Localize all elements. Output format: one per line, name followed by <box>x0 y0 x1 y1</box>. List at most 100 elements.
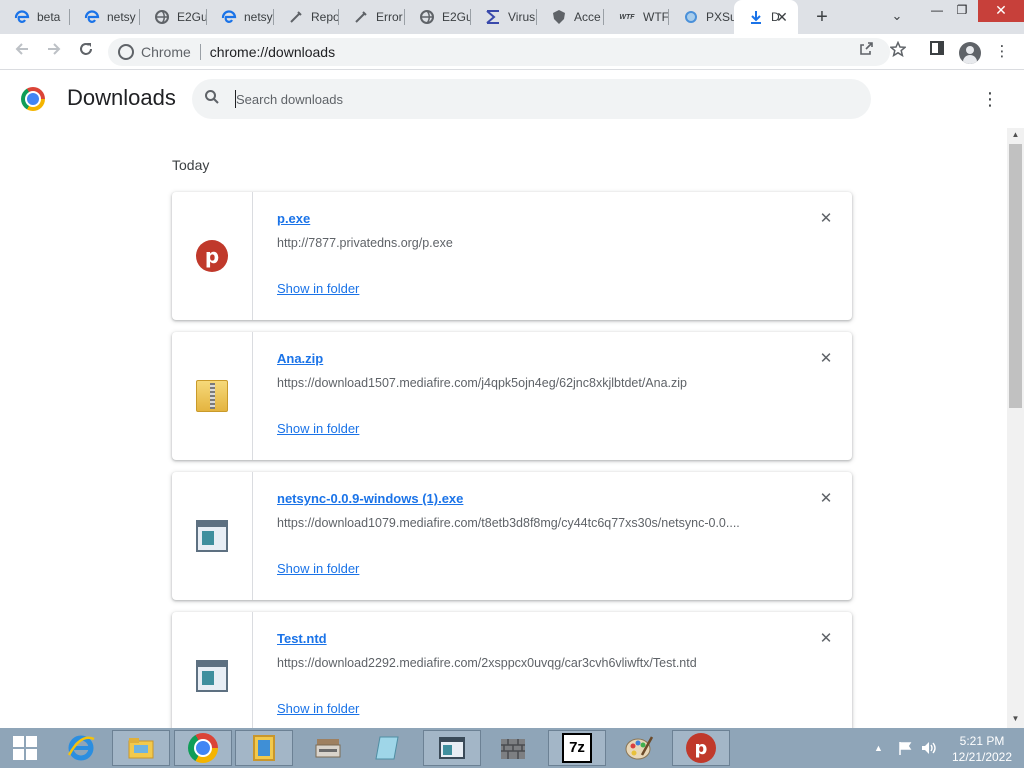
profile-avatar-icon[interactable] <box>959 42 981 64</box>
search-downloads-box[interactable] <box>192 79 871 119</box>
taskbar-paint[interactable] <box>610 730 668 766</box>
file-url: https://download1507.mediafire.com/j4qpk… <box>277 376 687 390</box>
taskbar-chrome[interactable] <box>174 730 232 766</box>
address-bar[interactable]: Chrome chrome://downloads <box>108 38 890 66</box>
taskbar-internet-explorer[interactable] <box>52 730 110 766</box>
download-item: Test.ntd https://download2292.mediafire.… <box>172 612 852 740</box>
clock-time: 5:21 PM <box>959 734 1005 748</box>
omnibox-url[interactable]: chrome://downloads <box>210 44 335 60</box>
show-in-folder-link[interactable]: Show in folder <box>277 281 359 296</box>
taskbar-firewall[interactable] <box>484 730 542 766</box>
framed-app-icon <box>253 735 275 761</box>
edge-icon <box>84 9 100 25</box>
text-caret <box>235 90 236 108</box>
search-downloads-input[interactable] <box>236 89 836 109</box>
file-url: https://download1079.mediafire.com/t8etb… <box>277 516 740 530</box>
tab-acce[interactable]: Acce <box>537 0 604 34</box>
tab-e2gu[interactable]: E2Gu <box>140 0 207 34</box>
share-icon[interactable] <box>854 40 878 64</box>
download-item: p p.exe http://7877.privatedns.org/p.exe… <box>172 192 852 320</box>
restore-button[interactable]: ❐ <box>949 0 975 22</box>
file-name-link[interactable]: Test.ntd <box>277 631 327 646</box>
wrench-icon <box>353 9 369 25</box>
paint-palette-icon <box>625 736 654 760</box>
taskbar-app-window[interactable] <box>423 730 481 766</box>
psiphon-icon: p <box>686 733 716 763</box>
show-hidden-icons-arrow-icon[interactable]: ▲ <box>874 743 883 753</box>
tab-pxsu[interactable]: PXSu <box>669 0 734 34</box>
tab-e2gu-2[interactable]: E2Gu <box>405 0 471 34</box>
edge-icon <box>14 9 30 25</box>
file-name-link[interactable]: Ana.zip <box>277 351 323 366</box>
globe-icon <box>683 9 699 25</box>
more-actions-icon[interactable]: ⋮ <box>980 87 1000 111</box>
wtf-icon: WTF <box>619 13 635 21</box>
tab-repo[interactable]: Repo <box>274 0 339 34</box>
scanner-icon <box>315 739 341 758</box>
download-item: netsync-0.0.9-windows (1).exe https://do… <box>172 472 852 600</box>
tab-netsy-2[interactable]: netsy <box>207 0 274 34</box>
minimize-button[interactable]: — <box>924 0 950 22</box>
virustotal-icon <box>485 9 501 25</box>
remove-item-icon[interactable]: ✕ <box>815 488 837 510</box>
7zip-icon: 7z <box>562 733 592 763</box>
scrollbar-thumb[interactable] <box>1009 144 1022 408</box>
globe-icon <box>419 9 435 25</box>
tab-wtf[interactable]: WTF WTF <box>604 0 669 34</box>
file-name-link[interactable]: p.exe <box>277 211 310 226</box>
date-section-label: Today <box>172 157 210 173</box>
globe-icon <box>154 9 170 25</box>
close-window-button[interactable]: ✕ <box>978 0 1024 22</box>
tab-beta[interactable]: beta <box>0 0 70 34</box>
start-button[interactable] <box>0 728 50 768</box>
browser-menu-icon[interactable]: ⋮ <box>990 40 1014 64</box>
file-url: https://download2292.mediafire.com/2xspp… <box>277 656 697 670</box>
page-scrollbar[interactable]: ▲ ▼ <box>1007 128 1024 728</box>
volume-icon[interactable] <box>920 740 938 759</box>
firewall-icon <box>501 739 525 759</box>
reload-icon <box>80 43 92 55</box>
chrome-page-icon <box>118 44 134 60</box>
show-in-folder-link[interactable]: Show in folder <box>277 421 359 436</box>
downloads-header: Downloads ⋮ <box>0 71 1024 127</box>
system-clock[interactable]: 5:21 PM 12/21/2022 <box>946 733 1018 765</box>
taskbar-file-explorer[interactable] <box>112 730 170 766</box>
app-window-icon <box>196 520 228 552</box>
remove-item-icon[interactable]: ✕ <box>815 208 837 230</box>
tab-search-button[interactable]: ⌄ <box>888 8 906 26</box>
new-tab-button[interactable]: + <box>811 6 833 28</box>
file-name-link[interactable]: netsync-0.0.9-windows (1).exe <box>277 491 463 506</box>
back-button[interactable] <box>10 40 34 64</box>
show-in-folder-link[interactable]: Show in folder <box>277 701 359 716</box>
close-tab-icon[interactable]: ✕ <box>774 9 790 25</box>
app-window-icon <box>196 660 228 692</box>
search-icon <box>204 89 224 109</box>
psiphon-icon: p <box>196 240 228 272</box>
zip-folder-icon <box>196 380 228 412</box>
scroll-up-arrow-icon[interactable]: ▲ <box>1007 128 1024 142</box>
tab-virus[interactable]: Virus <box>471 0 537 34</box>
taskbar-7zip[interactable]: 7z <box>548 730 606 766</box>
download-item: Ana.zip https://download1507.mediafire.c… <box>172 332 852 460</box>
forward-button[interactable] <box>42 40 66 64</box>
tab-netsy[interactable]: netsy <box>70 0 140 34</box>
show-in-folder-link[interactable]: Show in folder <box>277 561 359 576</box>
taskbar-scanner[interactable] <box>299 730 357 766</box>
action-center-flag-icon[interactable] <box>897 740 913 759</box>
side-panel-icon[interactable] <box>925 40 949 64</box>
bookmark-star-icon[interactable] <box>886 40 910 64</box>
notebook-icon <box>375 736 399 760</box>
remove-item-icon[interactable]: ✕ <box>815 628 837 650</box>
tab-downloads[interactable]: D ✕ <box>734 0 798 34</box>
edge-icon <box>221 9 237 25</box>
scroll-down-arrow-icon[interactable]: ▼ <box>1007 712 1024 726</box>
tab-error[interactable]: Error <box>339 0 405 34</box>
reload-button[interactable] <box>74 40 98 64</box>
windows-taskbar: 7z p ▲ 5:21 PM 12/21/2022 <box>0 728 1024 768</box>
taskbar-psiphon[interactable]: p <box>672 730 730 766</box>
remove-item-icon[interactable]: ✕ <box>815 348 837 370</box>
wrench-icon <box>288 9 304 25</box>
omnibox-chip: Chrome <box>141 44 191 60</box>
taskbar-notebook[interactable] <box>358 730 416 766</box>
taskbar-framed-app[interactable] <box>235 730 293 766</box>
